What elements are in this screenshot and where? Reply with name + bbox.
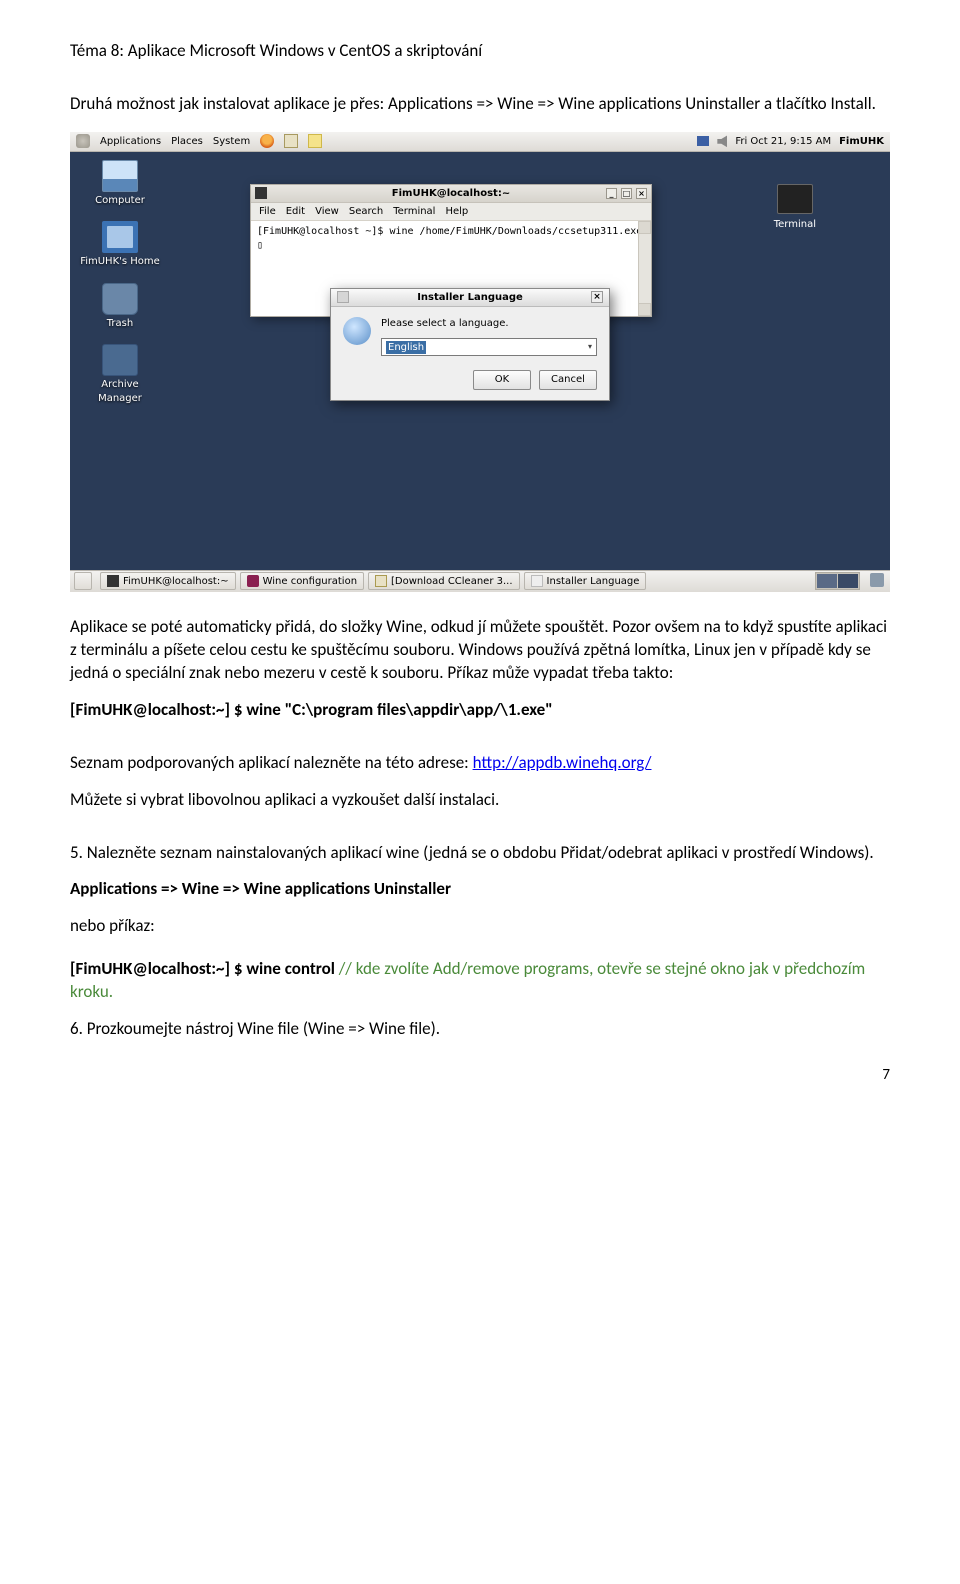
taskbar-item-terminal[interactable]: FimUHK@localhost:~ [100,572,236,590]
menu-help[interactable]: Help [445,205,468,219]
menu-terminal[interactable]: Terminal [393,205,435,219]
gnome-top-panel: Applications Places System Fri Oct 21, 9… [70,132,890,152]
home-folder-icon [102,221,138,253]
taskbar-item-wine-config[interactable]: Wine configuration [240,572,364,590]
workspace-1[interactable] [817,574,837,588]
terminal-window-icon [255,187,267,199]
command-wine-exe: [FimUHK@localhost:~] $ wine "C:\program … [70,699,890,722]
mail-icon[interactable] [284,134,298,148]
archive-manager-icon [102,344,138,376]
language-dropdown[interactable]: English ▾ [381,338,597,356]
terminal-menubar: File Edit View Search Terminal Help [251,203,651,222]
clock[interactable]: Fri Oct 21, 9:15 AM [735,135,831,149]
scroll-down-icon[interactable] [638,303,651,316]
paragraph-step5: 5. Nalezněte seznam nainstalovaných apli… [70,842,890,865]
network-icon[interactable] [697,136,709,146]
installer-window-icon [337,291,349,303]
paragraph-or-command: nebo příkaz: [70,915,890,938]
scroll-up-icon[interactable] [638,221,651,234]
menu-search[interactable]: Search [349,205,383,219]
taskbar-item-installer[interactable]: Installer Language [524,572,647,590]
cancel-button[interactable]: Cancel [539,370,597,390]
installer-icon [531,575,543,587]
paragraph-wine-path-note: Aplikace se poté automaticky přidá, do s… [70,616,890,685]
terminal-titlebar[interactable]: FimUHK@localhost:~ _ □ × [251,185,651,203]
menu-edit[interactable]: Edit [286,205,305,219]
notes-icon[interactable] [308,134,322,148]
installer-close-button[interactable]: × [591,291,603,303]
installer-prompt: Please select a language. [381,317,597,331]
desktop-icons: Computer FimUHK's Home Trash Archive Man… [80,160,160,406]
minimize-button[interactable]: _ [606,188,617,199]
desktop-icon-computer[interactable]: Computer [80,160,160,208]
paragraph-appdb-link: Seznam podporovaných aplikací nalezněte … [70,752,890,775]
chevron-down-icon: ▾ [588,342,592,353]
language-selected-value: English [386,341,426,355]
desktop-icon-home[interactable]: FimUHK's Home [80,221,160,269]
menu-file[interactable]: File [259,205,276,219]
intro-paragraph: Druhá možnost jak instalovat aplikace je… [70,93,890,116]
globe-icon [343,317,371,345]
installer-title-text: Installer Language [349,291,591,305]
menu-applications[interactable]: Applications [100,135,161,149]
link-appdb-winehq[interactable]: http://appdb.winehq.org/ [473,752,652,773]
page-number: 7 [70,1065,890,1085]
download-icon [375,575,387,587]
panel-trash-icon[interactable] [870,573,886,589]
workspace-2[interactable] [838,574,858,588]
trash-icon [102,283,138,315]
ok-button[interactable]: OK [473,370,531,390]
close-button[interactable]: × [636,188,647,199]
gnome-bottom-panel: FimUHK@localhost:~ Wine configuration [D… [70,570,890,592]
embedded-screenshot: Applications Places System Fri Oct 21, 9… [70,132,890,592]
terminal-icon [107,575,119,587]
paragraph-try-install: Můžete si vybrat libovolnou aplikaci a v… [70,789,890,812]
volume-icon[interactable] [717,135,727,147]
installer-language-dialog: Installer Language × Please select a lan… [330,288,610,402]
computer-icon [102,160,138,192]
page-header: Téma 8: Aplikace Microsoft Windows v Cen… [70,40,890,63]
terminal-icon [777,184,813,214]
desktop-icon-trash[interactable]: Trash [80,283,160,331]
terminal-line: [FimUHK@localhost ~]$ wine /home/FimUHK/… [257,225,645,239]
command-wine-control: [FimUHK@localhost:~] $ wine control // k… [70,958,890,1004]
gnome-foot-icon [76,134,90,148]
user-menu[interactable]: FimUHK [839,135,884,149]
command-wine-control-cmd: [FimUHK@localhost:~] $ wine control [70,958,335,979]
terminal-title-text: FimUHK@localhost:~ [392,187,510,201]
workspace-switcher[interactable] [815,572,860,590]
paragraph-step6: 6. Prozkoumejte nástroj Wine file (Wine … [70,1018,890,1041]
terminal-cursor-line: ▯ [257,239,645,253]
desktop-launcher-terminal[interactable]: Terminal [774,184,816,232]
taskbar-item-download[interactable]: [Download CCleaner 3... [368,572,520,590]
paragraph-uninstaller-path: Applications => Wine => Wine application… [70,878,890,901]
show-desktop-button[interactable] [74,572,92,590]
firefox-icon[interactable] [260,134,274,148]
menu-system[interactable]: System [213,135,250,149]
wine-icon [247,575,259,587]
terminal-scrollbar[interactable] [638,221,651,316]
menu-view[interactable]: View [315,205,339,219]
maximize-button[interactable]: □ [621,188,632,199]
paragraph-appdb-text: Seznam podporovaných aplikací nalezněte … [70,752,473,773]
installer-titlebar[interactable]: Installer Language × [331,289,609,307]
desktop-icon-archive[interactable]: Archive Manager [80,344,160,405]
menu-places[interactable]: Places [171,135,203,149]
